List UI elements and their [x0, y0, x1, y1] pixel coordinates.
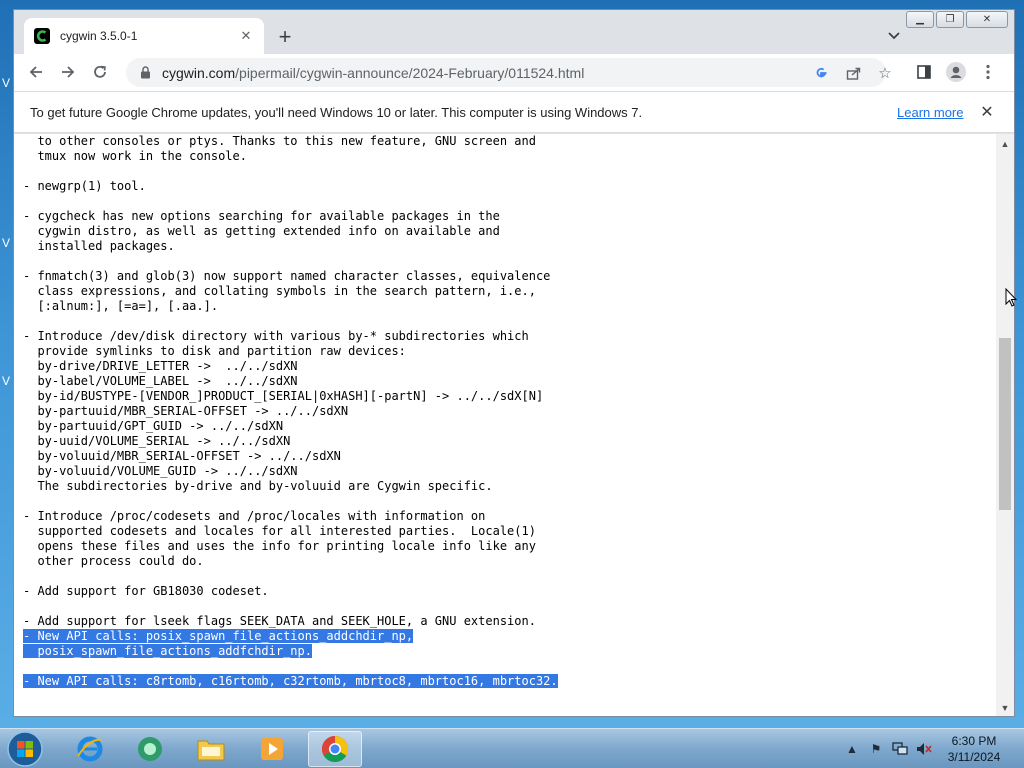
profile-avatar[interactable]	[942, 58, 970, 86]
announcement-text: to other consoles or ptys. Thanks to thi…	[23, 134, 558, 689]
text-line: - fnmatch(3) and glob(3) now support nam…	[23, 269, 551, 283]
share-icon[interactable]	[842, 62, 864, 84]
internet-explorer-icon[interactable]	[63, 731, 117, 767]
text-line: cygwin distro, as well as getting extend…	[37, 224, 500, 238]
infobar-close-icon[interactable]: ✕	[978, 103, 996, 121]
action-center-flag-icon[interactable]: ⚑	[868, 741, 884, 757]
chrome-taskbar-icon[interactable]	[308, 731, 362, 767]
text-line: by-id/BUSTYPE-[VENDOR_]PRODUCT_[SERIAL|0…	[37, 389, 544, 403]
text-line: by-label/VOLUME_LABEL -> ../../sdXN	[37, 374, 298, 388]
new-tab-button[interactable]: +	[272, 24, 298, 50]
lock-icon[interactable]	[138, 66, 152, 80]
desktop-icon-label: V	[2, 374, 11, 388]
reload-button[interactable]	[86, 58, 114, 86]
text-line: provide symlinks to disk and partition r…	[37, 344, 406, 358]
minimize-button[interactable]: ▁	[906, 11, 934, 28]
cygwin-favicon-icon	[34, 28, 50, 44]
selected-text-line[interactable]: - New API calls: posix_spawn_file_action…	[23, 629, 414, 643]
scroll-thumb[interactable]	[999, 338, 1011, 510]
bookmark-star-icon[interactable]: ☆	[874, 62, 896, 84]
url-path: /pipermail/cygwin-announce/2024-February…	[235, 64, 585, 81]
text-line: by-partuuid/GPT_GUID -> ../../sdXN	[37, 419, 284, 433]
clock-time: 6:30 PM	[951, 734, 997, 748]
clock-date: 3/11/2024	[947, 750, 1001, 764]
file-explorer-icon[interactable]	[184, 731, 238, 767]
text-line: The subdirectories by-drive and by-voluu…	[37, 479, 493, 493]
google-icon[interactable]	[810, 62, 832, 84]
text-line: to other consoles or ptys. Thanks to thi…	[37, 134, 536, 148]
url-text: cygwin.com/pipermail/cygwin-announce/202…	[162, 65, 584, 81]
text-line: - newgrp(1) tool.	[23, 179, 146, 193]
forward-button[interactable]	[54, 58, 82, 86]
selected-text-line[interactable]: posix_spawn_file_actions_addfchdir_np.	[23, 644, 312, 658]
text-line: [:alnum:], [=a=], [.aa.].	[37, 299, 219, 313]
text-line: by-voluuid/VOLUME_GUID -> ../../sdXN	[37, 464, 298, 478]
text-line: - cygcheck has new options searching for…	[23, 209, 500, 223]
text-line: by-uuid/VOLUME_SERIAL -> ../../sdXN	[37, 434, 291, 448]
tab-strip: cygwin 3.5.0-1 ✕ + ▁ ❐ ✕	[14, 10, 1014, 54]
text-line: by-partuuid/MBR_SERIAL-OFFSET -> ../../s…	[37, 404, 349, 418]
text-line: - Introduce /dev/disk directory with var…	[23, 329, 529, 343]
text-line: by-voluuid/MBR_SERIAL-OFFSET -> ../../sd…	[37, 449, 341, 463]
close-window-button[interactable]: ✕	[966, 11, 1008, 28]
tab-title: cygwin 3.5.0-1	[60, 29, 138, 43]
window-controls: ▁ ❐ ✕	[906, 11, 1008, 28]
scroll-down-arrow-icon[interactable]: ▼	[996, 700, 1014, 716]
text-line: - Add support for GB18030 codeset.	[23, 584, 269, 598]
tab-search-chevron-icon[interactable]	[884, 26, 904, 46]
update-infobar: To get future Google Chrome updates, you…	[14, 91, 1014, 133]
start-button[interactable]	[4, 730, 46, 768]
text-line: tmux now work in the console.	[37, 149, 247, 163]
text-line: - Add support for lseek flags SEEK_DATA …	[23, 614, 536, 628]
desktop-icon-label: V	[2, 76, 11, 90]
desktop-icon-label: V	[2, 236, 11, 250]
taskbar-clock[interactable]: 6:30 PM 3/11/2024	[936, 733, 1012, 765]
address-bar[interactable]: cygwin.com/pipermail/cygwin-announce/202…	[126, 58, 892, 87]
text-line: opens these files and uses the info for …	[37, 539, 536, 553]
toolbar: cygwin.com/pipermail/cygwin-announce/202…	[14, 54, 1014, 91]
mouse-cursor-icon	[1005, 287, 1018, 308]
system-tray: ▲ ⚑	[844, 737, 932, 761]
url-host: cygwin.com	[162, 64, 236, 81]
text-line: class expressions, and collating symbols…	[37, 284, 536, 298]
media-player-icon[interactable]	[245, 731, 299, 767]
media-center-icon[interactable]	[123, 731, 177, 767]
show-hidden-icons-icon[interactable]: ▲	[844, 741, 860, 757]
text-line: supported codesets and locales for all i…	[37, 524, 536, 538]
selected-text-line[interactable]: - New API calls: c8rtomb, c16rtomb, c32r…	[23, 674, 558, 688]
back-button[interactable]	[22, 58, 50, 86]
text-line: installed packages.	[37, 239, 175, 253]
text-line: - Introduce /proc/codesets and /proc/loc…	[23, 509, 486, 523]
volume-muted-icon[interactable]	[916, 741, 932, 757]
text-line: by-drive/DRIVE_LETTER -> ../../sdXN	[37, 359, 298, 373]
tab-cygwin[interactable]: cygwin 3.5.0-1 ✕	[24, 18, 264, 54]
chrome-window: cygwin 3.5.0-1 ✕ + ▁ ❐ ✕ cygwin.com/pipe…	[13, 9, 1015, 717]
restore-button[interactable]: ❐	[936, 11, 964, 28]
infobar-message: To get future Google Chrome updates, you…	[30, 104, 643, 120]
page-content: to other consoles or ptys. Thanks to thi…	[14, 134, 996, 716]
taskbar: ▲ ⚑ 6:30 PM 3/11/2024	[0, 728, 1024, 768]
text-line: other process could do.	[37, 554, 204, 568]
vertical-scrollbar[interactable]: ▲ ▼	[996, 134, 1014, 716]
learn-more-link[interactable]: Learn more	[897, 105, 963, 120]
side-panel-button[interactable]	[910, 58, 938, 86]
network-icon[interactable]	[892, 741, 908, 757]
tab-close-icon[interactable]: ✕	[238, 28, 254, 44]
menu-kebab-icon[interactable]	[974, 58, 1002, 86]
scroll-up-arrow-icon[interactable]: ▲	[996, 136, 1014, 152]
